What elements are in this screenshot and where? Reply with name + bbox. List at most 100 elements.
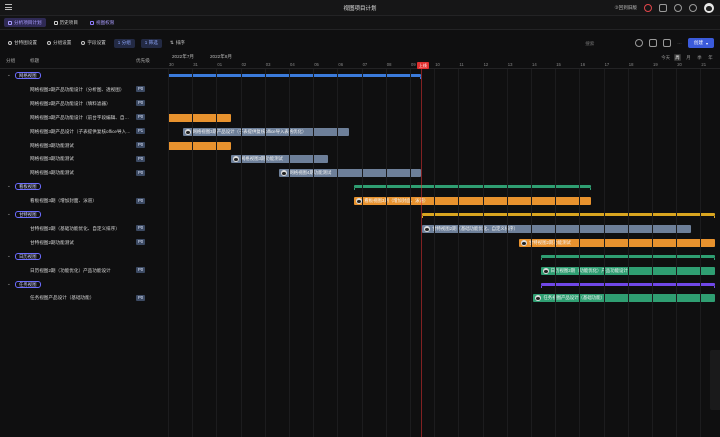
day-label: 02 xyxy=(241,62,247,67)
task-title: 甘特视图2期功能测试 xyxy=(30,239,74,245)
task-bar[interactable] xyxy=(168,113,231,122)
group-summary-bar[interactable] xyxy=(422,213,715,218)
grid-line xyxy=(458,69,460,437)
task-row[interactable]: 网格视图3期产品设计（子表提供复核office导入… P1 xyxy=(0,125,168,139)
group-row[interactable]: ⌄ 看板视图 xyxy=(0,180,168,194)
search-input[interactable] xyxy=(585,39,630,47)
column-priority: 优先级 xyxy=(136,58,150,63)
task-title: 日历视图2期（功能优化）产品功能设计 xyxy=(30,267,111,273)
task-row[interactable]: 网格视图2期产品功能设计（填料滤器） P0 xyxy=(0,97,168,111)
task-title: 甘特视图2期（基础功能优化、自定义排序） xyxy=(30,225,120,231)
chevron-down-icon[interactable]: ⌄ xyxy=(7,72,11,78)
day-label: 08 xyxy=(386,62,392,67)
task-bar-label: 看板视图3期（增加封面、泳道） xyxy=(364,198,429,204)
more-icon[interactable]: ··· xyxy=(677,41,682,46)
field-settings-button[interactable]: 字段设置 xyxy=(79,39,107,48)
grid-line xyxy=(216,69,218,437)
grid-line xyxy=(192,69,194,437)
gear-icon xyxy=(81,41,86,45)
group-row[interactable]: ⌄ 任务视图 xyxy=(0,278,168,292)
assignee-avatar xyxy=(232,156,239,163)
task-row[interactable]: 甘特视图2期（基础功能优化、自定义排序） P0 xyxy=(0,222,168,236)
task-row[interactable]: 网格视图3期功能测试 P0 xyxy=(0,139,168,153)
filter-count-button[interactable]: 1 筛选 xyxy=(140,38,162,48)
old-version-link[interactable]: ③回到旧版 xyxy=(615,5,638,11)
grid-line xyxy=(385,69,387,437)
document-title[interactable]: 视图项目计划 xyxy=(0,4,720,12)
group-tag: 日历视图 xyxy=(15,252,41,260)
task-bar[interactable]: 甘特视图2期功能测试 xyxy=(518,238,715,247)
grid-line xyxy=(482,69,484,437)
chevron-down-icon[interactable]: ⌄ xyxy=(7,281,11,287)
task-row[interactable]: 网格视图3期功能测试 P0 xyxy=(0,152,168,166)
day-label: 30 xyxy=(169,62,174,67)
day-label: 19 xyxy=(653,62,658,67)
group-summary-bar[interactable] xyxy=(168,74,421,79)
task-title: 网格视图2期产品功能设计（分析图、透视图） xyxy=(30,86,125,92)
task-bar-label: 甘特视图2期（基础功能优化、自定义排序） xyxy=(432,225,518,231)
group-row[interactable]: ⌄ 网格视图 xyxy=(0,69,168,83)
assignee-avatar xyxy=(542,267,549,274)
zoom-year[interactable]: 年 xyxy=(707,54,714,61)
assignee-avatar xyxy=(184,128,191,135)
sort-button[interactable]: ⇅ 排序 xyxy=(168,39,187,48)
notification-icon[interactable] xyxy=(644,4,652,12)
day-label: 18 xyxy=(628,62,634,67)
avatar[interactable] xyxy=(704,3,714,13)
grid-line xyxy=(603,69,605,437)
today-button[interactable]: 今天 xyxy=(661,55,670,61)
download-icon[interactable] xyxy=(663,39,672,47)
search-icon[interactable] xyxy=(635,39,644,47)
month-label: 2022年7月 xyxy=(172,54,194,59)
tab-project-plan[interactable]: 分析项目计划 xyxy=(4,18,46,27)
day-row: 30 31 01 02 03 04 05 06 07 08 09 10 11 12 13 14 15 16 17 18… xyxy=(168,61,720,69)
chevron-down-icon[interactable]: ⌄ xyxy=(7,253,11,259)
task-row[interactable]: 网格视图3期产品功能设计（前台字段编辑、自… P0 xyxy=(0,111,168,125)
tab-history[interactable]: 历史项目 xyxy=(50,18,82,27)
chevron-down-icon[interactable]: ⌄ xyxy=(7,183,11,189)
task-row[interactable]: 网格视图2期产品功能设计（分析图、透视图） P0 xyxy=(0,83,168,97)
chevron-down-icon[interactable]: ⌄ xyxy=(7,211,11,217)
task-bar[interactable]: 甘特视图2期（基础功能优化、自定义排序） xyxy=(422,224,691,233)
day-label: 15 xyxy=(556,62,561,67)
group-row[interactable]: ⌄ 日历视图 xyxy=(0,250,168,264)
task-row[interactable]: 日历视图2期（功能优化）产品功能设计 P0 xyxy=(0,264,168,278)
task-row[interactable]: 看板视图3期（增加封面、泳道） P0 xyxy=(0,194,168,208)
task-row[interactable]: 任务视图产品设计（基础功能） P0 xyxy=(0,291,168,305)
group-settings-button[interactable]: 分组设置 xyxy=(45,39,73,48)
priority-badge: P0 xyxy=(136,114,146,121)
priority-badge: P0 xyxy=(136,239,146,246)
day-label: 16 xyxy=(580,62,586,67)
group-count-button[interactable]: 1 分组 xyxy=(113,38,135,48)
day-label: 07 xyxy=(362,62,368,67)
compass-icon[interactable] xyxy=(689,4,697,12)
gantt-settings-button[interactable]: 甘特图设置 xyxy=(6,39,39,48)
inbox-icon[interactable] xyxy=(659,4,667,12)
help-icon[interactable] xyxy=(674,4,682,12)
task-bar-label: 日历视图2期（功能优化）产品功能设计 xyxy=(550,267,628,273)
task-row[interactable]: 甘特视图2期功能测试 P0 xyxy=(0,236,168,250)
grid-line xyxy=(289,69,290,437)
task-bar[interactable] xyxy=(168,141,231,150)
assignee-avatar xyxy=(424,225,431,232)
grid-line xyxy=(168,69,169,437)
zoom-month[interactable]: 月 xyxy=(685,54,692,61)
fullscreen-icon[interactable] xyxy=(649,39,658,47)
priority-badge: P0 xyxy=(136,197,146,204)
zoom-quarter[interactable]: 季 xyxy=(696,54,703,61)
task-bar[interactable]: 网格视图4期功能测试 xyxy=(279,169,421,178)
grid-line xyxy=(240,69,242,437)
sort-icon: ⇅ xyxy=(169,40,174,45)
tab-permissions[interactable]: 视图权限 xyxy=(86,18,118,27)
priority-badge: P0 xyxy=(136,225,146,232)
task-bar[interactable]: 任务视图产品设计（基础功能） xyxy=(533,294,715,303)
task-row[interactable]: 网格视图4期功能测试 P0 xyxy=(0,166,168,180)
zoom-week[interactable]: 周 xyxy=(674,54,681,61)
task-bar[interactable]: 网格视图3期产品设计（子表提供复核office导入表格优化） xyxy=(182,127,350,136)
group-row[interactable]: ⌄ 甘特视图 xyxy=(0,208,168,222)
side-dock[interactable] xyxy=(710,350,720,410)
column-title: 标题 xyxy=(30,58,40,63)
grid-line xyxy=(264,69,266,437)
create-button[interactable]: 创建 xyxy=(687,38,714,48)
priority-badge: P0 xyxy=(136,169,146,176)
